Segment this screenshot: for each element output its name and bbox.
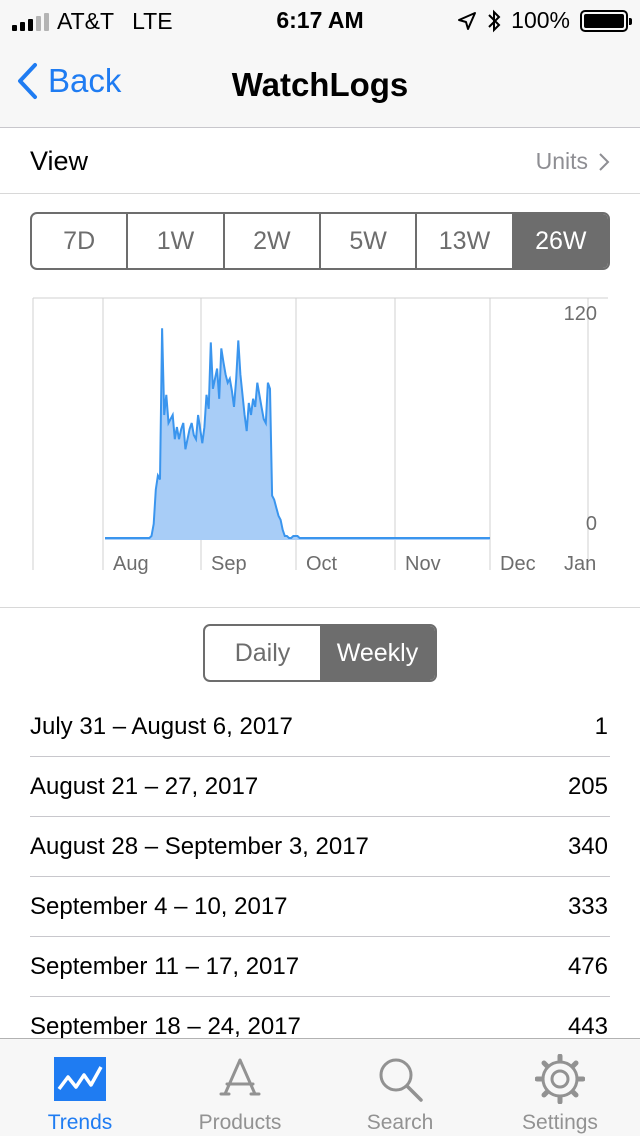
week-range: July 31 – August 6, 2017 [30,712,293,740]
view-row[interactable]: View Units [0,128,640,194]
week-range: September 4 – 10, 2017 [30,892,288,920]
tab-bar: Trends Products Search Settings [0,1038,640,1136]
usage-chart: 120 0 Aug Sep Oct Nov Dec Jan [0,290,640,580]
view-label: View [30,146,89,176]
tab-trends[interactable]: Trends [0,1039,160,1136]
week-range: September 11 – 17, 2017 [30,952,300,980]
chart-x-tick-label: Aug [113,553,149,575]
tab-label: Products [198,1111,282,1134]
status-right: 100% [457,7,632,34]
list-item[interactable]: August 28 – September 3, 2017 340 [30,817,610,877]
list-item[interactable]: August 21 – 27, 2017 205 [30,757,610,817]
range-option-1w[interactable]: 1W [128,214,225,268]
period-option-weekly[interactable]: Weekly [320,626,435,680]
range-segmented-control: 7D 1W 2W 5W 13W 26W [30,212,610,270]
battery-percent: 100% [511,7,570,33]
usage-chart-svg: 120 0 Aug Sep Oct Nov Dec Jan [32,297,608,575]
tab-search[interactable]: Search [320,1039,480,1136]
tab-settings[interactable]: Settings [480,1039,640,1136]
chart-x-tick-label: Dec [500,553,536,575]
week-value: 205 [567,772,608,800]
navigation-bar: Back WatchLogs [0,40,640,128]
chevron-right-icon [599,152,610,171]
week-value: 340 [567,832,608,860]
list-item[interactable]: September 11 – 17, 2017 476 [30,937,610,997]
list-item[interactable]: July 31 – August 6, 2017 1 [30,697,610,757]
search-icon [374,1053,426,1105]
tab-label: Search [366,1111,434,1134]
chart-y-tick-label: 0 [586,513,597,535]
chart-y-tick-label: 120 [564,303,597,325]
chart-x-tick-label: Jan [564,553,596,575]
settings-gear-icon [534,1053,586,1105]
range-option-26w[interactable]: 26W [513,214,608,268]
tab-label: Trends [47,1111,113,1134]
battery-icon [580,9,632,32]
units-label: Units [535,148,588,174]
range-option-7d[interactable]: 7D [32,214,129,268]
week-range: September 18 – 24, 2017 [30,1012,301,1040]
range-option-2w[interactable]: 2W [225,214,321,268]
chart-x-tick-label: Nov [405,553,441,575]
week-range: August 28 – September 3, 2017 [30,832,369,860]
week-range: August 21 – 27, 2017 [30,772,259,800]
location-arrow-icon [458,11,477,30]
period-segmented-control: Daily Weekly [203,624,437,682]
list-item[interactable]: September 4 – 10, 2017 333 [30,877,610,937]
tab-products[interactable]: Products [160,1039,320,1136]
bluetooth-icon [488,9,501,32]
week-value: 1 [594,712,608,740]
weekly-list: July 31 – August 6, 2017 1 August 21 – 2… [30,697,610,1057]
week-value: 333 [567,892,608,920]
period-option-daily[interactable]: Daily [205,626,320,680]
trends-icon [54,1053,106,1105]
units-button[interactable]: Units [536,148,610,175]
chart-divider [0,607,640,608]
chart-x-tick-label: Sep [211,553,247,575]
range-option-13w[interactable]: 13W [417,214,514,268]
products-icon [214,1053,266,1105]
page-title: WatchLogs [231,66,409,103]
status-bar: AT&T LTE 6:17 AM 100% [0,0,640,40]
range-option-5w[interactable]: 5W [321,214,418,268]
week-value: 476 [567,952,608,980]
chart-x-tick-label: Oct [306,553,338,575]
week-value: 443 [567,1012,608,1040]
tab-label: Settings [522,1111,598,1134]
